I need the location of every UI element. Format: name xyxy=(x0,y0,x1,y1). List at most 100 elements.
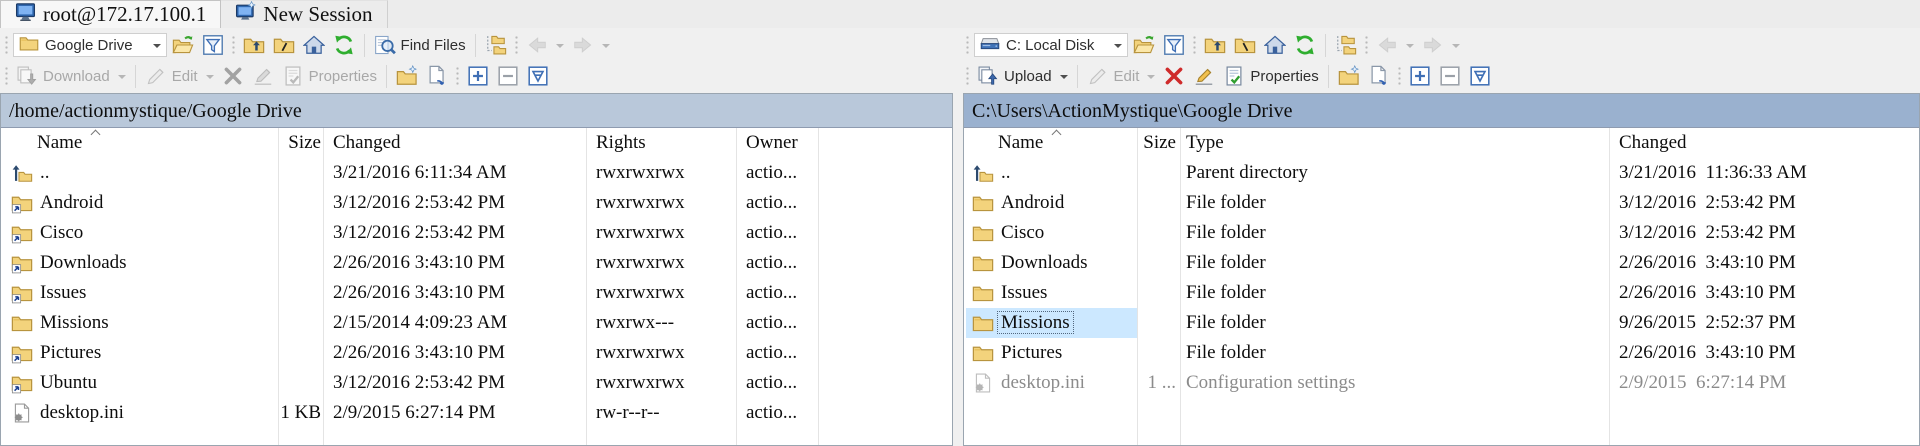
file-size-cell xyxy=(280,158,321,188)
chevron-down-icon xyxy=(1147,75,1155,83)
unselect-mask-button[interactable] xyxy=(1436,63,1464,89)
rename-button[interactable] xyxy=(249,63,277,89)
back-button[interactable] xyxy=(523,32,551,58)
refresh-button[interactable] xyxy=(330,32,358,58)
toolbar-separator xyxy=(386,65,387,88)
back-button[interactable] xyxy=(1373,32,1401,58)
open-directory-button[interactable] xyxy=(169,32,197,58)
forward-button[interactable] xyxy=(569,32,597,58)
column-header-size[interactable]: Size xyxy=(1137,128,1176,158)
file-row-desktop.ini[interactable]: desktop.ini1 KB2/9/2015 6:27:14 PMrw-r--… xyxy=(1,398,952,428)
file-row-desktop.ini[interactable]: desktop.ini1 ...Configuration settings2/… xyxy=(964,368,1919,398)
tab-new-session[interactable]: New Session xyxy=(221,0,387,28)
delete-button[interactable] xyxy=(219,63,247,89)
left-drive-selector[interactable]: Google Drive xyxy=(13,33,167,57)
download-dropdown[interactable] xyxy=(115,68,129,85)
new-folder-button[interactable] xyxy=(393,63,421,89)
toolbar-grip[interactable] xyxy=(4,66,9,86)
edit-button[interactable]: Edit xyxy=(142,63,201,89)
column-header-name[interactable]: Name xyxy=(37,128,276,158)
file-row-Downloads[interactable]: DownloadsFile folder2/26/2016 3:43:10 PM xyxy=(964,248,1919,278)
synchronize-browsing-button[interactable] xyxy=(482,32,510,58)
folder-icon xyxy=(972,192,994,214)
select-mask-button[interactable] xyxy=(464,63,492,89)
file-row-Ubuntu[interactable]: Ubuntu3/12/2016 2:53:42 PMrwxrwxrwxactio… xyxy=(1,368,952,398)
edit-button[interactable]: Edit xyxy=(1084,63,1143,89)
root-directory-button[interactable] xyxy=(1231,32,1259,58)
toolbar-grip[interactable] xyxy=(455,66,460,86)
column-header-changed[interactable]: Changed xyxy=(333,128,583,158)
file-row-Android[interactable]: Android3/12/2016 2:53:42 PMrwxrwxrwxacti… xyxy=(1,188,952,218)
chevron-down-icon xyxy=(1060,75,1068,83)
edit-dropdown[interactable] xyxy=(1144,68,1158,85)
toolbar-grip[interactable] xyxy=(1364,35,1369,55)
forward-history-dropdown[interactable] xyxy=(599,37,613,54)
synchronize-browsing-button[interactable] xyxy=(1332,32,1360,58)
toolbar-grip[interactable] xyxy=(1397,66,1402,86)
file-row-Missions[interactable]: Missions2/15/2014 4:09:23 AMrwxrwx---act… xyxy=(1,308,952,338)
back-history-dropdown[interactable] xyxy=(553,37,567,54)
open-directory-button[interactable] xyxy=(1130,32,1158,58)
right-drive-selector[interactable]: C: Local Disk xyxy=(974,33,1128,57)
file-type-cell: File folder xyxy=(1186,308,1606,338)
select-mask-button[interactable] xyxy=(1406,63,1434,89)
delete-button[interactable] xyxy=(1160,63,1188,89)
toolbar-grip[interactable] xyxy=(4,35,9,55)
parent-directory-button[interactable] xyxy=(1201,32,1229,58)
file-changed-cell: 2/26/2016 3:43:10 PM xyxy=(1619,338,1919,368)
column-header-changed[interactable]: Changed xyxy=(1619,128,1919,158)
file-row-Missions[interactable]: MissionsFile folder9/26/2015 2:52:37 PM xyxy=(964,308,1919,338)
column-header-type[interactable]: Type xyxy=(1186,128,1606,158)
file-row-Downloads[interactable]: Downloads2/26/2016 3:43:10 PMrwxrwxrwxac… xyxy=(1,248,952,278)
column-header-size[interactable]: Size xyxy=(280,128,321,158)
find-files-button[interactable]: Find Files xyxy=(371,32,469,58)
root-directory-button[interactable] xyxy=(270,32,298,58)
local-path-bar[interactable]: C:\Users\ActionMystique\Google Drive xyxy=(964,94,1919,128)
toolbar-grip[interactable] xyxy=(1192,35,1197,55)
unselect-mask-button[interactable] xyxy=(494,63,522,89)
download-button[interactable]: Download xyxy=(13,63,113,89)
file-row-Android[interactable]: AndroidFile folder3/12/2016 2:53:42 PM xyxy=(964,188,1919,218)
toolbar-grip[interactable] xyxy=(514,35,519,55)
file-row-Cisco[interactable]: Cisco3/12/2016 2:53:42 PMrwxrwxrwxactio.… xyxy=(1,218,952,248)
new-folder-button[interactable] xyxy=(1335,63,1363,89)
column-header-name[interactable]: Name xyxy=(998,128,1135,158)
rename-button[interactable] xyxy=(1190,63,1218,89)
filter-button[interactable] xyxy=(199,32,227,58)
file-row-..[interactable]: ..3/21/2016 6:11:34 AMrwxrwxrwxactio... xyxy=(1,158,952,188)
properties-button[interactable]: Properties xyxy=(279,63,380,89)
column-header-owner[interactable]: Owner xyxy=(746,128,816,158)
file-row-Cisco[interactable]: CiscoFile folder3/12/2016 2:53:42 PM xyxy=(964,218,1919,248)
edit-dropdown[interactable] xyxy=(203,68,217,85)
file-row-Pictures[interactable]: Pictures2/26/2016 3:43:10 PMrwxrwxrwxact… xyxy=(1,338,952,368)
new-file-button[interactable] xyxy=(423,63,451,89)
parent-directory-button[interactable] xyxy=(240,32,268,58)
toolbar-grip[interactable] xyxy=(231,35,236,55)
filter-button[interactable] xyxy=(1160,32,1188,58)
upload-button[interactable]: Upload xyxy=(974,63,1055,89)
toolbar-grip[interactable] xyxy=(965,66,970,86)
tab-session-root[interactable]: root@172.17.100.1 xyxy=(0,0,221,28)
file-row-..[interactable]: ..Parent directory3/21/2016 11:36:33 AM xyxy=(964,158,1919,188)
toolbar-grip[interactable] xyxy=(965,35,970,55)
filter-icon xyxy=(202,34,224,56)
home-directory-button[interactable] xyxy=(1261,32,1289,58)
column-header-rights[interactable]: Rights xyxy=(596,128,733,158)
forward-history-dropdown[interactable] xyxy=(1449,37,1463,54)
file-row-Issues[interactable]: Issues2/26/2016 3:43:10 PMrwxrwxrwxactio… xyxy=(1,278,952,308)
file-row-Issues[interactable]: IssuesFile folder2/26/2016 3:43:10 PM xyxy=(964,278,1919,308)
folder-symlink-icon xyxy=(11,372,33,394)
invert-selection-button[interactable] xyxy=(1466,63,1494,89)
upload-dropdown[interactable] xyxy=(1057,68,1071,85)
forward-button[interactable] xyxy=(1419,32,1447,58)
edit-pencil-icon xyxy=(1087,65,1109,87)
back-history-dropdown[interactable] xyxy=(1403,37,1417,54)
new-file-button[interactable] xyxy=(1365,63,1393,89)
file-row-Pictures[interactable]: PicturesFile folder2/26/2016 3:43:10 PM xyxy=(964,338,1919,368)
invert-selection-button[interactable] xyxy=(524,63,552,89)
properties-button[interactable]: Properties xyxy=(1220,63,1321,89)
home-directory-button[interactable] xyxy=(300,32,328,58)
refresh-button[interactable] xyxy=(1291,32,1319,58)
file-size-cell xyxy=(1137,218,1176,248)
remote-path-bar[interactable]: /home/actionmystique/Google Drive xyxy=(1,94,952,128)
